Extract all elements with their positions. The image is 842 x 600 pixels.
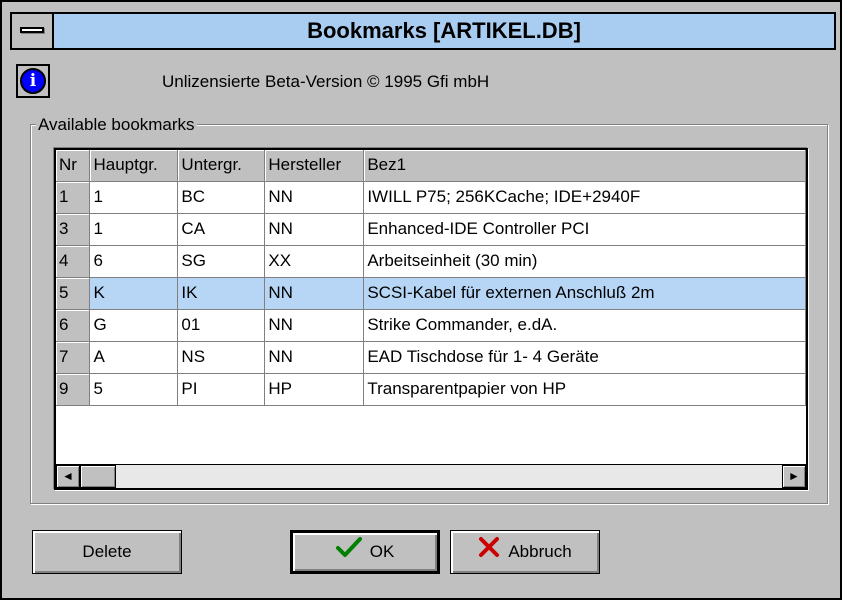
table-cell[interactable]: HP: [264, 373, 365, 406]
table-cell[interactable]: Enhanced-IDE Controller PCI: [363, 213, 806, 246]
table-cell[interactable]: K: [89, 277, 179, 310]
cancel-button-label: Abbruch: [508, 542, 572, 561]
table-cell[interactable]: CA: [177, 213, 266, 246]
row-number-cell[interactable]: 9: [56, 373, 91, 406]
table-cell[interactable]: NS: [177, 341, 266, 374]
arrow-left-icon: ◄: [62, 469, 74, 483]
table-cell[interactable]: Transparentpapier von HP: [363, 373, 806, 406]
table-row[interactable]: 9 5 PI HP Transparentpapier von HP: [56, 373, 806, 406]
table-row[interactable]: 7 A NS NN EAD Tischdose für 1- 4 Geräte: [56, 341, 806, 374]
table-row-selected[interactable]: 5 K IK NN SCSI-Kabel für externen Anschl…: [56, 277, 806, 310]
table-cell[interactable]: NN: [264, 181, 365, 214]
scroll-right-button[interactable]: ►: [782, 465, 806, 488]
table-row[interactable]: 1 1 BC NN IWILL P75; 256KCache; IDE+2940…: [56, 181, 806, 214]
table-cell[interactable]: A: [89, 341, 179, 374]
row-number-cell[interactable]: 6: [56, 309, 91, 342]
table-cell[interactable]: BC: [177, 181, 266, 214]
table-cell[interactable]: Arbeitseinheit (30 min): [363, 245, 806, 278]
table-cell[interactable]: PI: [177, 373, 266, 406]
bookmarks-grid[interactable]: Nr Hauptgr. Untergr. Hersteller Bez1 1 1…: [54, 148, 808, 490]
bookmarks-table: Nr Hauptgr. Untergr. Hersteller Bez1 1 1…: [56, 150, 806, 406]
table-cell[interactable]: 1: [89, 213, 179, 246]
table-cell[interactable]: 5: [89, 373, 179, 406]
table-cell[interactable]: SG: [177, 245, 266, 278]
table-cell[interactable]: SCSI-Kabel für externen Anschluß 2m: [363, 277, 806, 310]
table-cell[interactable]: 1: [89, 181, 179, 214]
table-cell[interactable]: NN: [264, 341, 365, 374]
table-cell[interactable]: 6: [89, 245, 179, 278]
window-title: Bookmarks [ARTIKEL.DB]: [307, 18, 581, 43]
scroll-left-button[interactable]: ◄: [56, 465, 80, 488]
scrollbar-thumb[interactable]: [80, 465, 116, 488]
table-cell[interactable]: NN: [264, 277, 365, 310]
ok-button-label: OK: [369, 542, 395, 561]
table-cell[interactable]: G: [89, 309, 179, 342]
column-header-untergr[interactable]: Untergr.: [177, 150, 266, 182]
delete-button-label: Delete: [82, 542, 132, 561]
table-cell[interactable]: Strike Commander, e.dA.: [363, 309, 806, 342]
table-cell[interactable]: IK: [177, 277, 266, 310]
table-cell[interactable]: XX: [264, 245, 365, 278]
column-header-nr[interactable]: Nr: [56, 150, 91, 182]
table-cell[interactable]: 01: [177, 309, 266, 342]
row-number-cell[interactable]: 5: [56, 277, 91, 310]
table-row[interactable]: 4 6 SG XX Arbeitseinheit (30 min): [56, 245, 806, 278]
groupbox-label: Available bookmarks: [36, 114, 197, 136]
info-icon: i: [16, 64, 50, 98]
ok-button[interactable]: OK: [290, 530, 440, 574]
table-cell[interactable]: EAD Tischdose für 1- 4 Geräte: [363, 341, 806, 374]
table-cell[interactable]: NN: [264, 309, 365, 342]
row-number-cell[interactable]: 7: [56, 341, 91, 374]
table-row[interactable]: 6 G 01 NN Strike Commander, e.dA.: [56, 309, 806, 342]
column-header-hauptgr[interactable]: Hauptgr.: [89, 150, 179, 182]
horizontal-scrollbar[interactable]: ◄ ►: [56, 464, 806, 488]
title-bar[interactable]: Bookmarks [ARTIKEL.DB]: [10, 12, 836, 50]
cancel-button[interactable]: Abbruch: [450, 530, 600, 574]
beta-version-notice: Unlizensierte Beta-Version © 1995 Gfi mb…: [162, 72, 490, 91]
system-menu-icon: [20, 27, 44, 33]
column-header-bez1[interactable]: Bez1: [363, 150, 806, 182]
row-number-cell[interactable]: 4: [56, 245, 91, 278]
arrow-right-icon: ►: [788, 469, 800, 483]
row-number-cell[interactable]: 1: [56, 181, 91, 214]
table-cell[interactable]: NN: [264, 213, 365, 246]
table-header-row: Nr Hauptgr. Untergr. Hersteller Bez1: [56, 150, 806, 182]
bookmarks-dialog: Bookmarks [ARTIKEL.DB] i Unlizensierte B…: [0, 0, 842, 600]
checkmark-icon: [335, 534, 362, 572]
row-number-cell[interactable]: 3: [56, 213, 91, 246]
column-header-hersteller[interactable]: Hersteller: [264, 150, 365, 182]
table-cell[interactable]: IWILL P75; 256KCache; IDE+2940F: [363, 181, 806, 214]
table-row[interactable]: 3 1 CA NN Enhanced-IDE Controller PCI: [56, 213, 806, 246]
delete-button[interactable]: Delete: [32, 530, 182, 574]
system-menu-button[interactable]: [12, 14, 54, 48]
close-x-icon: [478, 532, 500, 574]
